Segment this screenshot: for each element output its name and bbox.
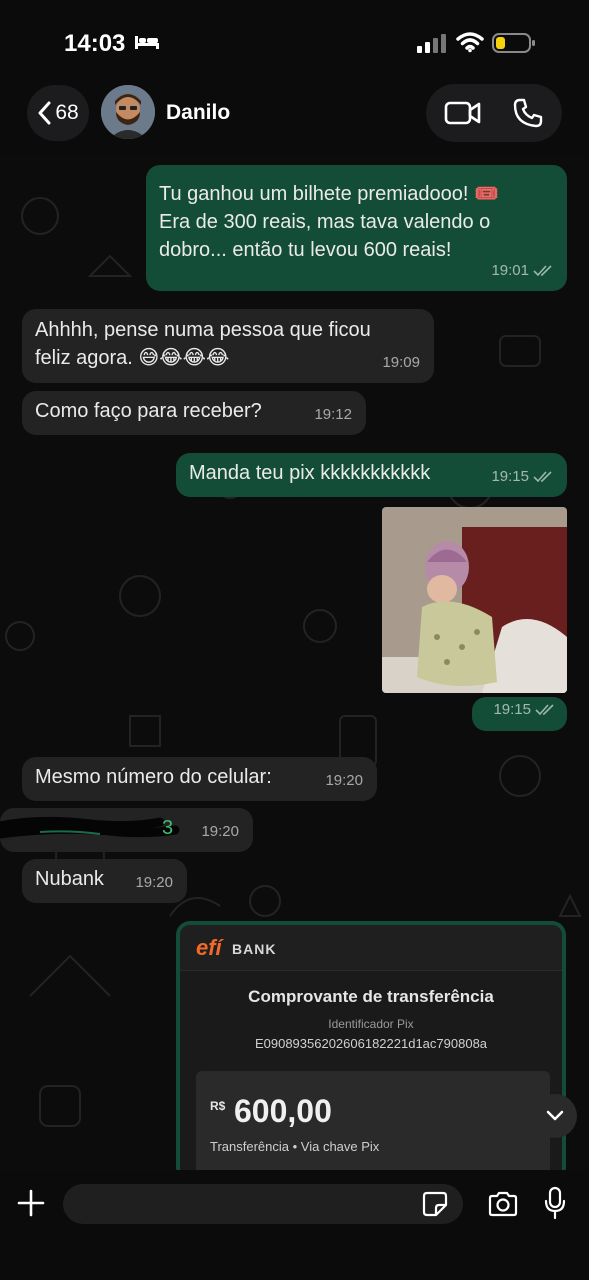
sleep-focus-icon [135, 36, 159, 49]
image-timestamp-bubble: 19:15 [472, 697, 567, 731]
sticker-image[interactable] [382, 507, 567, 693]
scroll-to-bottom-button[interactable] [533, 1094, 577, 1138]
wifi-icon [456, 32, 484, 53]
receipt-title: Comprovante de transferência [248, 987, 494, 1006]
battery-low-power-icon [492, 33, 535, 53]
baby-figure-image [382, 507, 567, 693]
transfer-receipt: efí BANK Comprovante de transferência Id… [180, 925, 562, 1170]
message-line: Era de 300 reais, mas tava valendo o [159, 211, 491, 233]
back-button[interactable]: 68 [27, 85, 89, 141]
phone-call-icon[interactable] [512, 97, 544, 129]
message-bubble-incoming[interactable]: Mesmo número do celular: 19:20 [22, 757, 377, 801]
message-time-text: 19:15 [493, 701, 531, 718]
contact-avatar[interactable] [101, 85, 155, 139]
message-line: Tu ganhou um bilhete premiadooo! 🎟️ [159, 183, 499, 205]
message-line: Ahhhh, pense numa pessoa que ficou [35, 319, 371, 341]
message-time: 19:20 [201, 823, 239, 840]
message-line: feliz agora. 😅😂😂😂 [35, 347, 230, 369]
camera-icon[interactable] [487, 1190, 519, 1218]
status-bar: 14:03 [0, 0, 589, 80]
message-time: 19:15 [491, 463, 553, 491]
chat-area[interactable]: Tu ganhou um bilhete premiadooo! 🎟️ Era … [0, 156, 589, 1170]
message-time: 19:09 [382, 354, 420, 371]
chevron-down-icon [546, 1110, 564, 1121]
microphone-icon[interactable] [543, 1186, 567, 1220]
message-text: 3 [162, 817, 174, 839]
video-call-icon[interactable] [444, 98, 482, 128]
redaction-scribble [0, 816, 180, 839]
transfer-type: Transferência • Via chave Pix [210, 1139, 380, 1154]
pix-id-label: Identificador Pix [328, 1017, 414, 1031]
receipt-image-message[interactable]: efí BANK Comprovante de transferência Id… [176, 921, 566, 1170]
message-time-text: 19:01 [491, 262, 529, 279]
message-time: 19:12 [314, 406, 352, 423]
double-check-icon [533, 265, 552, 277]
pix-id-value: E09089356202606182221d1ac790808a [254, 1036, 488, 1051]
message-bubble-incoming[interactable]: Como faço para receber? 19:12 [22, 391, 366, 435]
message-time: 19:01 [491, 257, 553, 285]
message-input[interactable] [63, 1184, 463, 1224]
status-time: 14:03 [64, 30, 126, 57]
sticker-icon[interactable] [422, 1191, 448, 1217]
message-time: 19:15 [493, 696, 555, 724]
message-time: 19:20 [135, 874, 173, 891]
unread-count: 68 [55, 101, 79, 124]
message-text: Como faço para receber? [35, 400, 262, 422]
message-text: Nubank [35, 868, 104, 890]
contact-name[interactable]: Danilo [166, 101, 230, 125]
bank-word: BANK [232, 941, 277, 957]
call-actions [426, 84, 562, 142]
message-text: Mesmo número do celular: [35, 766, 272, 788]
amount-card: R$ 600,00 Transferência • Via chave Pix [196, 1071, 550, 1170]
avatar-illustration-icon [101, 85, 155, 139]
message-bubble-outgoing[interactable]: Tu ganhou um bilhete premiadooo! 🎟️ Era … [146, 165, 567, 291]
message-line: dobro... então tu levou 600 reais! [159, 239, 452, 261]
receipt-header: efí BANK [180, 925, 562, 971]
message-text: Ahhhh, pense numa pessoa que ficou feliz… [35, 316, 371, 372]
message-time: 19:20 [325, 772, 363, 789]
message-bubble-incoming[interactable]: Nubank 19:20 [22, 859, 187, 903]
message-text: Manda teu pix kkkkkkkkkkk [189, 462, 431, 484]
message-bubble-incoming-redacted[interactable]: 3 19:20 [0, 808, 253, 852]
plus-icon[interactable] [16, 1188, 46, 1218]
message-text: Tu ganhou um bilhete premiadooo! 🎟️ Era … [159, 180, 499, 264]
message-bubble-outgoing[interactable]: Manda teu pix kkkkkkkkkkk 19:15 [176, 453, 567, 497]
efi-logo: efí [196, 935, 222, 960]
transfer-amount: 600,00 [234, 1093, 332, 1129]
message-bubble-incoming[interactable]: Ahhhh, pense numa pessoa que ficou feliz… [22, 309, 434, 383]
currency-symbol: R$ [210, 1099, 226, 1113]
message-time-text: 19:15 [491, 468, 529, 485]
cellular-signal-icon [417, 34, 446, 53]
chat-header: 68 Danilo [0, 80, 589, 156]
composer-bar [0, 1170, 589, 1280]
double-check-icon [535, 704, 554, 716]
double-check-icon [533, 471, 552, 483]
chevron-left-icon [38, 101, 51, 125]
